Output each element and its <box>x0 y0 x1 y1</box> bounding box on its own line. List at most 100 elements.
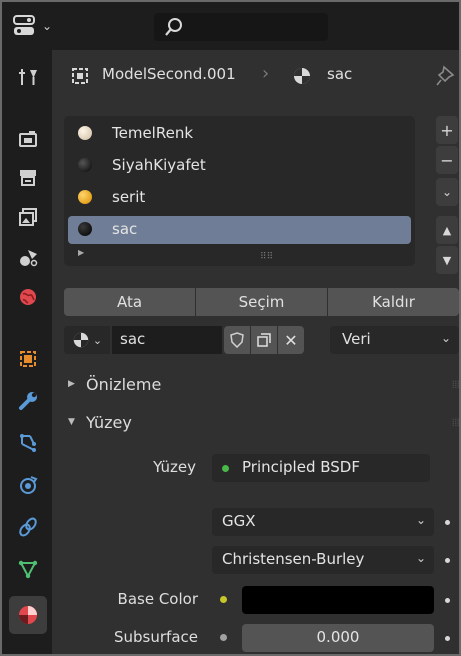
properties-editor-icon <box>13 15 35 35</box>
color-socket-icon[interactable] <box>220 596 227 603</box>
properties-window: ⌄ ModelSecond.001 › sac TemelRenk SiyahK… <box>0 0 461 656</box>
constraints-icon <box>19 517 37 537</box>
tab-constraints[interactable] <box>9 510 47 544</box>
tab-render[interactable] <box>9 122 47 156</box>
wrench-icon <box>19 392 37 410</box>
material-name-field[interactable]: sac <box>112 326 222 354</box>
duplicate-icon <box>257 333 271 347</box>
tab-physics[interactable] <box>9 468 47 502</box>
breadcrumb: ModelSecond.001 › sac <box>52 50 459 102</box>
browse-material-button[interactable]: ⌄ <box>64 326 110 354</box>
editor-type-button[interactable]: ⌄ <box>12 12 60 40</box>
material-ball-icon <box>78 190 92 204</box>
tab-view-layer[interactable] <box>9 200 47 234</box>
subsurface-method-value: Christensen-Burley <box>222 550 365 568</box>
drag-grip-icon[interactable]: ⁞⁞⁞ <box>452 416 460 429</box>
move-slot-down-button[interactable]: ▼ <box>436 246 458 274</box>
particles-icon <box>20 434 36 452</box>
subsurface-method-select[interactable]: Christensen-Burley ⌄ <box>212 546 434 574</box>
deselect-button[interactable]: Kaldır <box>328 288 459 316</box>
surface-label: Yüzey <box>153 458 196 476</box>
chevron-down-icon: ⌄ <box>415 551 426 565</box>
tab-tool[interactable] <box>9 60 47 94</box>
move-slot-up-button[interactable]: ▲ <box>436 216 458 244</box>
slot-label: TemelRenk <box>112 124 194 142</box>
list-resize-grip-icon[interactable]: ⠿⠿ <box>260 252 273 262</box>
remove-slot-button[interactable]: − <box>436 146 458 174</box>
material-ball-icon <box>78 222 92 236</box>
expanded-arrow-icon: ▼ <box>68 417 75 427</box>
tab-scene[interactable] <box>9 240 47 274</box>
collapsed-arrow-icon: ▶ <box>68 379 75 389</box>
keyframe-dot-icon[interactable] <box>445 558 450 563</box>
select-button[interactable]: Seçim <box>196 288 328 316</box>
distribution-value: GGX <box>222 512 256 530</box>
panel-surface-header[interactable]: ▼ Yüzey ⁞⁞⁞ <box>64 410 460 438</box>
tool-icon <box>19 69 37 85</box>
slot-label: serit <box>112 188 146 206</box>
value-socket-icon[interactable] <box>220 634 227 641</box>
search-input[interactable] <box>154 13 328 41</box>
view-layer-icon <box>19 208 37 226</box>
list-item-selected[interactable]: sac <box>68 216 411 244</box>
tab-world[interactable] <box>9 280 47 314</box>
panel-preview-header[interactable]: ▶ Önizleme ⁞⁞⁞ <box>64 372 460 400</box>
link-select-value: Veri <box>342 330 371 348</box>
list-item[interactable]: TemelRenk <box>68 120 411 148</box>
tab-data[interactable] <box>9 552 47 586</box>
keyframe-dot-icon[interactable] <box>445 598 450 603</box>
surface-shader-field[interactable]: Principled BSDF <box>212 454 430 482</box>
material-icon <box>19 606 37 624</box>
search-icon <box>165 18 182 36</box>
list-item[interactable]: serit <box>68 184 411 212</box>
chevron-down-icon: ⌄ <box>415 513 426 527</box>
scene-icon <box>20 250 38 267</box>
fake-user-button[interactable] <box>224 326 250 354</box>
list-item[interactable]: SiyahKiyafet <box>68 152 411 180</box>
shader-socket-icon <box>222 465 229 472</box>
tab-output[interactable] <box>9 160 47 194</box>
subsurface-slider[interactable]: 0.000 <box>242 624 434 652</box>
render-icon <box>19 131 37 147</box>
tab-material[interactable] <box>9 596 47 634</box>
slot-label: sac <box>112 220 138 238</box>
subsurface-label: Subsurface <box>114 628 198 646</box>
slot-actions: Ata Seçim Kaldır <box>64 288 459 316</box>
keyframe-dot-icon[interactable] <box>445 636 450 641</box>
mesh-data-icon <box>18 560 38 579</box>
drag-grip-icon[interactable]: ⁞⁞⁞ <box>452 378 460 391</box>
base-color-swatch[interactable] <box>242 586 434 614</box>
tab-modifier[interactable] <box>9 384 47 418</box>
object-data-icon <box>72 68 88 84</box>
panel-title: Yüzey <box>86 413 132 432</box>
material-datablock: ⌄ sac ✕ Veri ⌄ <box>64 326 459 354</box>
slot-label: SiyahKiyafet <box>112 156 206 174</box>
physics-icon <box>20 476 38 494</box>
material-ball-icon <box>78 126 92 140</box>
slot-specials-button[interactable]: ⌄ <box>436 178 458 206</box>
duplicate-material-button[interactable] <box>251 326 277 354</box>
tab-particles[interactable] <box>9 426 47 460</box>
filter-toggle-icon[interactable]: ▶ <box>78 248 84 257</box>
output-icon <box>20 170 36 186</box>
chevron-down-icon: ⌄ <box>92 333 103 347</box>
keyframe-dot-icon[interactable] <box>445 520 450 525</box>
object-icon <box>20 351 36 367</box>
close-icon: ✕ <box>284 330 298 350</box>
properties-tabs <box>2 50 52 654</box>
unlink-material-button[interactable]: ✕ <box>278 326 304 354</box>
tab-object[interactable] <box>9 342 47 376</box>
pin-icon[interactable] <box>436 65 456 87</box>
material-properties: ModelSecond.001 › sac TemelRenk SiyahKiy… <box>52 50 460 654</box>
header-bar: ⌄ <box>2 2 459 50</box>
add-slot-button[interactable]: + <box>436 116 458 144</box>
breadcrumb-material: sac <box>327 65 353 83</box>
distribution-select[interactable]: GGX ⌄ <box>212 508 434 536</box>
material-slot-list[interactable]: TemelRenk SiyahKiyafet serit sac ▶ ⠿⠿ <box>64 116 415 266</box>
subsurface-value: 0.000 <box>316 628 360 646</box>
link-select[interactable]: Veri ⌄ <box>330 326 459 354</box>
assign-button[interactable]: Ata <box>64 288 196 316</box>
breadcrumb-object: ModelSecond.001 <box>102 65 236 83</box>
chevron-down-icon: ⌄ <box>42 19 53 33</box>
material-sphere-icon <box>294 68 310 84</box>
